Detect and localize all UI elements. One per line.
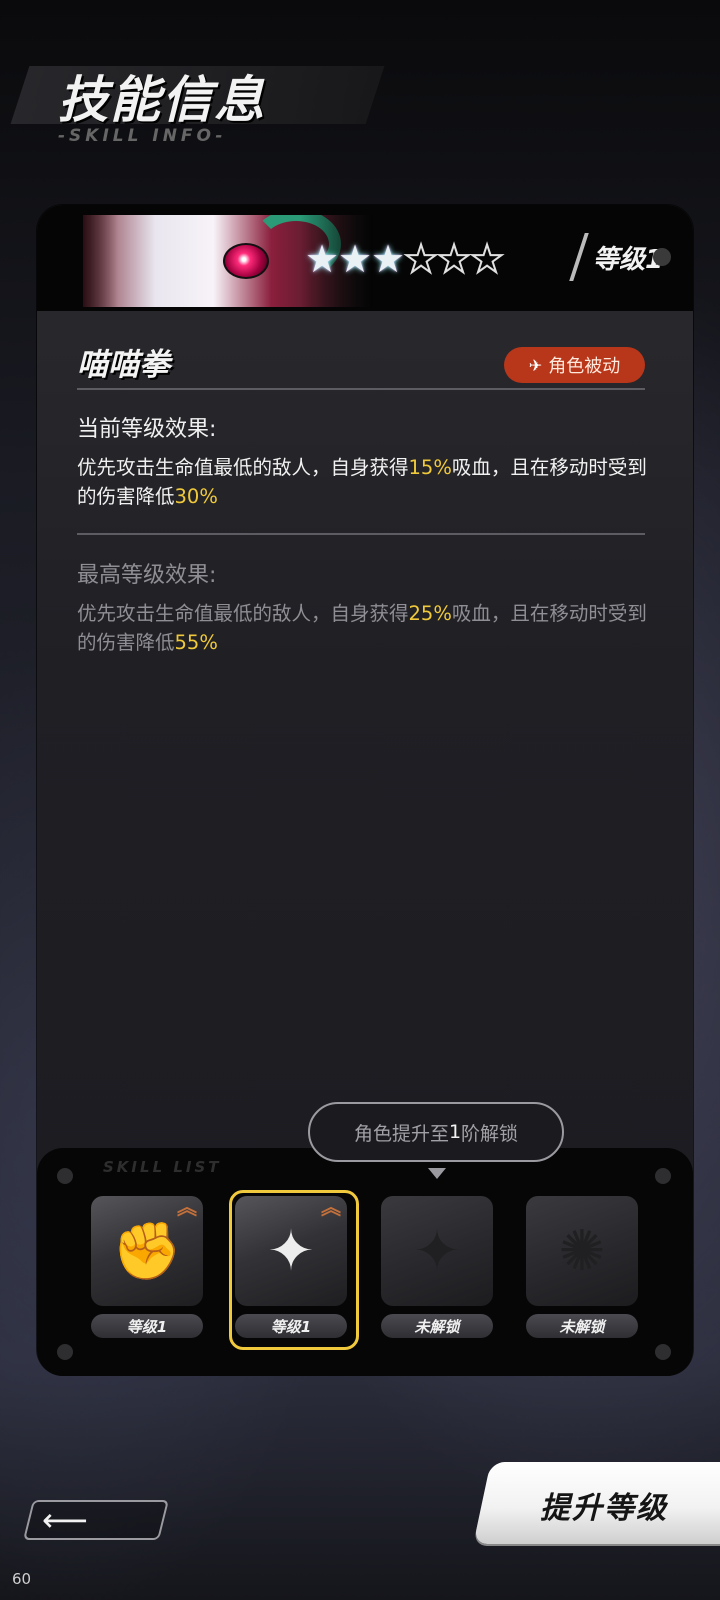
skill-slot-3[interactable]: ✦ 未解锁 (381, 1196, 493, 1338)
fist-icon: ✊ (112, 1219, 182, 1284)
page-title: 技能信息 (58, 71, 266, 129)
divider (77, 533, 645, 535)
compass-star-icon: ✦ (267, 1218, 315, 1284)
fps-counter: 60 (12, 1570, 32, 1588)
skill-slot-label: 等级1 (235, 1314, 347, 1338)
max-effect-text: 优先攻击生命值最低的敌人，自身获得25%吸血，且在移动时受到的伤害降低55% (77, 602, 647, 654)
current-effect-text: 优先攻击生命值最低的敌人，自身获得15%吸血，且在移动时受到的伤害降低30% (77, 456, 647, 508)
skill-slot-label: 等级1 (91, 1314, 203, 1338)
decoration-dot (57, 1168, 73, 1184)
skill-list-panel: SKILL LIST ✊ ︽ 等级1 ✦ ︽ 等级1 ✦ 未解锁 ✺ 未解锁 (37, 1148, 693, 1376)
skill-tile: ✦ ︽ (235, 1196, 347, 1306)
skill-tile: ✊ ︽ (91, 1196, 203, 1306)
skill-name: 喵喵拳 (77, 347, 170, 383)
plane-icon: ✈ (528, 355, 543, 375)
left-arrow-icon[interactable]: ⟵ (42, 1502, 88, 1538)
star-filled-icon: ★ (305, 237, 340, 281)
current-value-lifesteal: 15% (408, 456, 452, 479)
current-effect-title: 当前等级效果: (77, 417, 217, 442)
max-value-lifesteal: 25% (408, 602, 452, 625)
page-subtitle: -SKILL INFO- (58, 126, 227, 146)
character-banner: ★ ★ ★ ★ ★ ★ 等级1 (37, 205, 693, 311)
skill-slot-label: 未解锁 (381, 1314, 493, 1338)
max-effect-title: 最高等级效果: (77, 563, 217, 588)
decoration-dot (653, 248, 671, 266)
star-filled-icon: ★ (338, 237, 373, 281)
divider (77, 388, 645, 390)
skill-slot-1[interactable]: ✊ ︽ 等级1 (91, 1196, 203, 1338)
decoration-dot (655, 1344, 671, 1360)
compass-star-icon: ✦ (413, 1218, 461, 1284)
star-filled-icon: ★ (371, 237, 406, 281)
upgrade-available-icon: ︽ (177, 1195, 197, 1219)
skill-tile: ✦ (381, 1196, 493, 1306)
skill-slot-label: 未解锁 (526, 1314, 638, 1338)
skill-type-label: 角色被动 (548, 356, 621, 377)
character-eye (223, 243, 269, 279)
skill-type-badge: ✈ 角色被动 (504, 347, 645, 383)
page-header: 技能信息 -SKILL INFO- (0, 50, 400, 160)
upgrade-level-label[interactable]: 提升等级 (540, 1483, 668, 1527)
star-rating: ★ ★ ★ ★ ★ ★ (305, 237, 505, 281)
current-value-damage-reduction: 30% (174, 485, 218, 508)
star-empty-icon: ★ (469, 237, 505, 281)
upgrade-available-icon: ︽ (321, 1195, 341, 1219)
skill-slot-2[interactable]: ✦ ︽ 等级1 (229, 1190, 359, 1350)
unlock-tooltip: 角色提升至 1 阶解锁 (308, 1102, 564, 1162)
star-empty-icon: ★ (403, 237, 439, 281)
paw-burst-icon: ✺ (558, 1218, 606, 1284)
level-divider (569, 233, 589, 281)
tooltip-pointer (428, 1168, 446, 1179)
star-empty-icon: ★ (436, 237, 472, 281)
max-value-damage-reduction: 55% (174, 631, 218, 654)
decoration-dot (655, 1168, 671, 1184)
skill-list-title: SKILL LIST (103, 1158, 222, 1176)
unlock-rank-value: 1 (448, 1121, 462, 1143)
decoration-dot (57, 1344, 73, 1360)
skill-slot-4[interactable]: ✺ 未解锁 (526, 1196, 638, 1338)
skill-tile: ✺ (526, 1196, 638, 1306)
